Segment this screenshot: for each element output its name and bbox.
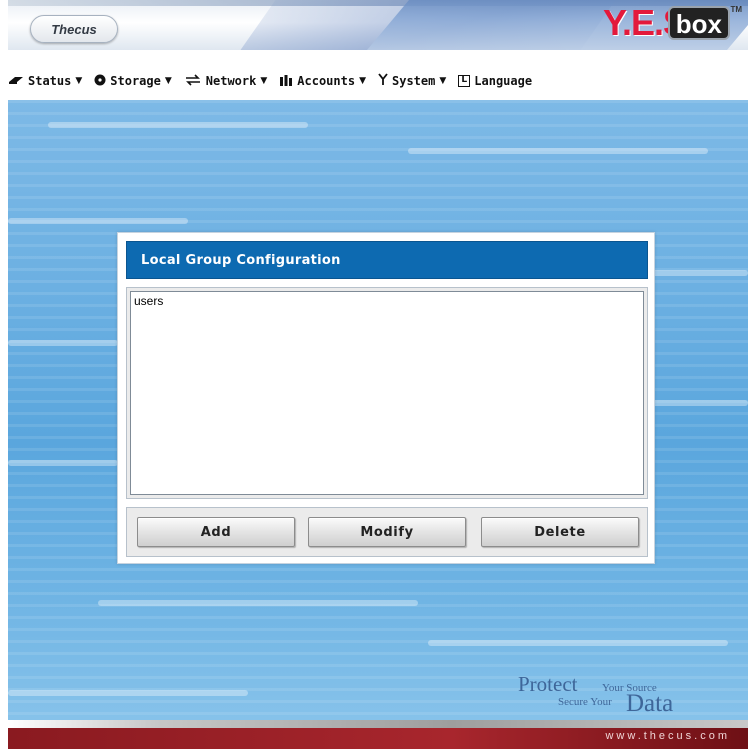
network-arrows-icon xyxy=(184,73,202,89)
footer-url[interactable]: www.thecus.com xyxy=(605,730,730,742)
delete-button[interactable]: Delete xyxy=(481,517,639,547)
menu-accounts-label: Accounts xyxy=(297,74,356,88)
footer-bar xyxy=(8,720,748,728)
tagline-secure-your: Secure Your xyxy=(558,696,612,708)
header-banner: Thecus Y.E.S box TM xyxy=(8,0,748,50)
local-group-panel: Local Group Configuration users Add Modi… xyxy=(117,232,655,564)
bg-streak xyxy=(48,122,308,128)
menu-system-label: System xyxy=(392,74,436,88)
main-menu: Status ▼ Storage ▼ Network ▼ Accounts ▼ xyxy=(8,70,748,92)
button-bar: Add Modify Delete xyxy=(126,507,648,557)
group-list-frame: users xyxy=(126,287,648,499)
bg-streak xyxy=(408,148,708,154)
bg-streak xyxy=(98,600,418,606)
hard-drive-icon xyxy=(8,74,24,88)
panel-title: Local Group Configuration xyxy=(126,241,648,279)
menu-status-label: Status xyxy=(28,74,72,88)
trademark-mark: TM xyxy=(730,5,742,14)
bg-streak xyxy=(8,460,118,466)
group-list[interactable]: users xyxy=(130,291,644,495)
menu-storage-label: Storage xyxy=(110,74,161,88)
add-button[interactable]: Add xyxy=(137,517,295,547)
app-window: Thecus Y.E.S box TM Status ▼ Storage ▼ N… xyxy=(0,0,754,749)
modify-button[interactable]: Modify xyxy=(308,517,466,547)
accounts-icon xyxy=(279,74,293,89)
chevron-down-icon: ▼ xyxy=(439,76,447,86)
language-icon: L xyxy=(458,75,471,87)
menu-storage[interactable]: Storage ▼ xyxy=(94,74,172,89)
menu-network[interactable]: Network ▼ xyxy=(184,73,268,89)
thecus-logo: Thecus xyxy=(30,15,118,43)
menu-language-label: Language xyxy=(474,74,533,88)
list-item[interactable]: users xyxy=(131,292,643,311)
menu-language[interactable]: L Language xyxy=(458,74,532,88)
bg-streak xyxy=(648,400,748,406)
disk-icon xyxy=(94,74,106,89)
chevron-down-icon: ▼ xyxy=(359,76,366,86)
tagline-data: Data xyxy=(626,690,674,717)
bg-streak xyxy=(8,340,118,346)
menu-system[interactable]: System ▼ xyxy=(378,73,446,89)
menu-network-label: Network xyxy=(205,74,257,88)
menu-status[interactable]: Status ▼ xyxy=(8,74,82,88)
bg-streak xyxy=(8,218,188,224)
tagline-protect: Protect xyxy=(518,672,578,696)
tagline: Protect Your Source Secure Your Data xyxy=(518,672,718,720)
tools-icon xyxy=(378,73,388,89)
box-logo: box xyxy=(667,6,730,40)
chevron-down-icon: ▼ xyxy=(164,76,172,86)
chevron-down-icon: ▼ xyxy=(75,76,83,86)
bg-streak xyxy=(428,640,728,646)
chevron-down-icon: ▼ xyxy=(260,76,268,86)
menu-accounts[interactable]: Accounts ▼ xyxy=(279,74,366,89)
bg-streak xyxy=(8,690,248,696)
footer: www.thecus.com xyxy=(8,720,748,749)
